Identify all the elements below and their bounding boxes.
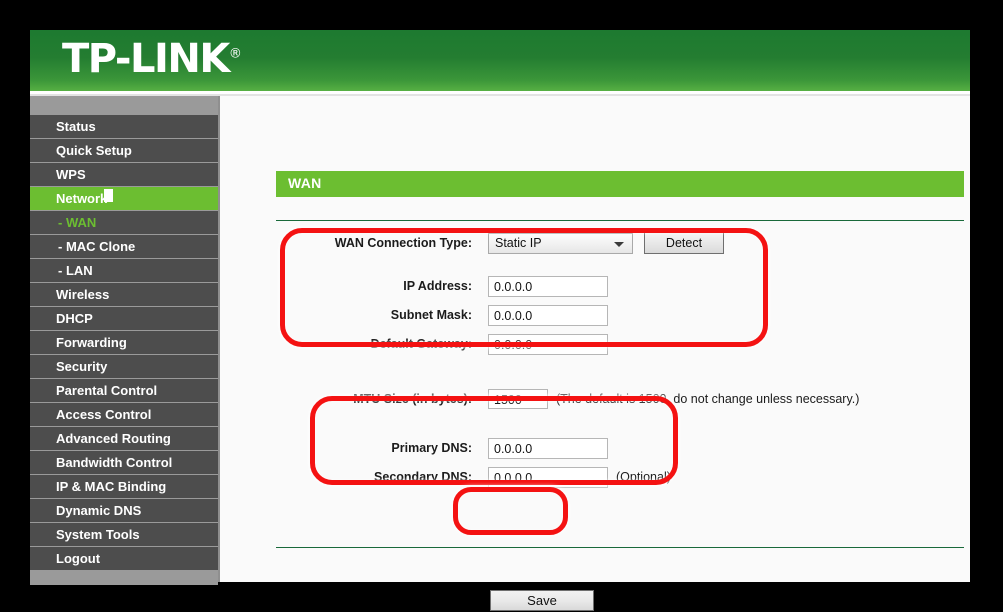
tp-link-logo-text: TP-LINK: [62, 36, 230, 82]
sidebar-item-label: Quick Setup: [56, 143, 132, 158]
wan-connection-type-select[interactable]: Static IP: [488, 233, 633, 254]
sidebar-item-wireless[interactable]: Wireless: [30, 283, 218, 307]
page-body: Status Quick Setup WPS Network - WAN - MAC Cl…: [30, 96, 970, 611]
mtu-size-input[interactable]: [488, 389, 548, 409]
sidebar-item-label: Status: [56, 119, 96, 134]
sidebar-item-label: System Tools: [56, 527, 140, 542]
sidebar-item-network[interactable]: Network: [30, 187, 218, 211]
sidebar-item-mac-clone[interactable]: - MAC Clone: [30, 235, 218, 259]
subnet-mask-label: Subnet Mask:: [390, 308, 472, 322]
secondary-dns-optional-note: (Optional): [616, 470, 671, 484]
sidebar-item-label: Logout: [56, 551, 101, 566]
default-gateway-input[interactable]: [488, 334, 608, 355]
default-gateway-label: Default Gateway:: [370, 337, 472, 351]
sidebar-item-lan[interactable]: - LAN: [30, 259, 218, 283]
sidebar-item-label: DHCP: [56, 311, 93, 326]
sidebar-item-label: Wireless: [56, 287, 110, 302]
registered-trademark-icon: ®: [228, 46, 242, 62]
sidebar-item-security[interactable]: Security: [30, 355, 218, 379]
subnet-mask-input[interactable]: [488, 305, 608, 326]
wan-connection-type-value: Static IP: [495, 236, 542, 250]
sidebar-item-label: Dynamic DNS: [56, 503, 142, 518]
sidebar-bottom-spacer: [30, 571, 218, 585]
chevron-down-icon: [614, 242, 624, 247]
sidebar-menu-list: Status Quick Setup WPS Network - WAN - MAC Cl…: [30, 115, 218, 571]
page-header: TP-LINK®: [30, 30, 970, 91]
sidebar-item-access-control[interactable]: Access Control: [30, 403, 218, 427]
cursor-artifact: [104, 189, 113, 202]
secondary-dns-input[interactable]: [488, 467, 608, 488]
sidebar-item-label: Bandwidth Control: [56, 455, 173, 470]
sidebar-item-label: Forwarding: [56, 335, 127, 350]
ip-address-input[interactable]: [488, 276, 608, 297]
sidebar-item-dhcp[interactable]: DHCP: [30, 307, 218, 331]
ip-address-label: IP Address:: [403, 279, 472, 293]
tp-link-logo: TP-LINK®: [62, 36, 242, 82]
sidebar-item-label: - MAC Clone: [58, 239, 136, 254]
router-admin-page: TP-LINK® Status Quick Setup WPS Network - WA…: [30, 30, 970, 611]
page-title: WAN: [288, 175, 322, 191]
sidebar-item-label: Advanced Routing: [56, 431, 171, 446]
mtu-hint-text: (The default is 1500, do not change unle…: [556, 392, 860, 406]
sidebar-item-label: IP & MAC Binding: [56, 479, 167, 494]
detect-button[interactable]: Detect: [644, 232, 724, 254]
sidebar-item-ip-mac-binding[interactable]: IP & MAC Binding: [30, 475, 218, 499]
mtu-size-label: MTU Size (in bytes):: [353, 392, 472, 406]
sidebar-item-advanced-routing[interactable]: Advanced Routing: [30, 427, 218, 451]
sidebar-item-parental-control[interactable]: Parental Control: [30, 379, 218, 403]
content-panel: WAN WAN Connection Type: Static IP Detec…: [220, 96, 970, 611]
screen-frame: TP-LINK® Status Quick Setup WPS Network - WA…: [0, 0, 1003, 612]
sidebar-item-logout[interactable]: Logout: [30, 547, 218, 571]
sidebar-item-label: Network: [56, 191, 108, 206]
sidebar-navigation: Status Quick Setup WPS Network - WAN - MAC Cl…: [30, 96, 218, 585]
sidebar-item-quick-setup[interactable]: Quick Setup: [30, 139, 218, 163]
sidebar-item-label: Parental Control: [56, 383, 158, 398]
top-divider: [276, 220, 964, 221]
secondary-dns-label: Secondary DNS:: [374, 470, 472, 484]
wan-title-bar: WAN: [276, 171, 964, 197]
sidebar-item-wps[interactable]: WPS: [30, 163, 218, 187]
sidebar-item-label: - LAN: [58, 263, 93, 278]
sidebar-item-wan[interactable]: - WAN: [30, 211, 218, 235]
sidebar-item-status[interactable]: Status: [30, 115, 218, 139]
sidebar-item-dynamic-dns[interactable]: Dynamic DNS: [30, 499, 218, 523]
sidebar-item-bandwidth-control[interactable]: Bandwidth Control: [30, 451, 218, 475]
save-button[interactable]: Save: [490, 590, 594, 611]
sidebar-item-label: WPS: [56, 167, 86, 182]
primary-dns-label: Primary DNS:: [391, 441, 472, 455]
sidebar-item-label: - WAN: [58, 215, 97, 230]
bottom-divider: [276, 547, 964, 548]
sidebar-item-label: Access Control: [56, 407, 152, 422]
sidebar-item-system-tools[interactable]: System Tools: [30, 523, 218, 547]
sidebar-item-label: Security: [56, 359, 108, 374]
sidebar-top-spacer: [30, 96, 218, 115]
primary-dns-input[interactable]: [488, 438, 608, 459]
sidebar-item-forwarding[interactable]: Forwarding: [30, 331, 218, 355]
wan-connection-type-label: WAN Connection Type:: [334, 236, 472, 250]
